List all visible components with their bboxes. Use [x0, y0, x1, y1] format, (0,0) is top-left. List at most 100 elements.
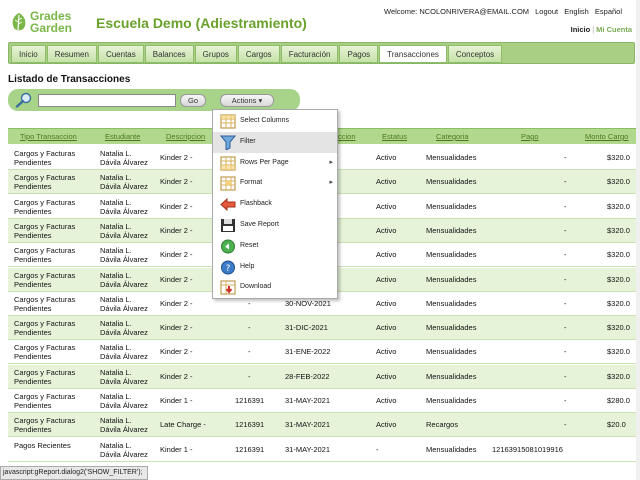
menu-item-label: Select Columns: [240, 117, 290, 124]
menu-item-download[interactable]: Download: [213, 277, 337, 298]
inicio-link[interactable]: Inicio: [571, 25, 591, 34]
menu-item-filter[interactable]: Filter: [213, 131, 337, 153]
cell-tipo-2: Pendientes: [14, 425, 52, 435]
tab-grupos[interactable]: Grupos: [194, 45, 237, 63]
cell-tipo: Cargos y Facturas: [14, 392, 76, 401]
logout-link[interactable]: Logout: [535, 7, 558, 16]
english-link[interactable]: English: [564, 7, 589, 16]
espanol-link[interactable]: Español: [595, 7, 622, 16]
table-row[interactable]: Cargos y Facturas Pendientes Natalia L. Dáv…: [8, 389, 640, 413]
cell-estudiante-2: Dávila Álvarez: [100, 328, 148, 338]
table-row[interactable]: Cargos y Facturas Pendientes Natalia L. Dáv…: [8, 340, 640, 365]
table-row[interactable]: Cargos y Facturas Pendientes Natalia L. Dáv…: [8, 413, 640, 438]
cell-tipo: Cargos y Facturas: [14, 319, 76, 329]
mi-cuenta-link[interactable]: Mi Cuenta: [596, 25, 632, 34]
cell-pago: -: [564, 323, 567, 333]
cell-tipo: Cargos y Facturas: [14, 246, 76, 256]
menu-item-label: Filter: [240, 137, 256, 145]
cell-fecha: 31-MAY-2021: [285, 396, 331, 405]
tab-conceptos[interactable]: Conceptos: [447, 45, 503, 63]
menu-item-label: Help: [240, 262, 255, 270]
cell-descripcion: Kinder 2 -: [160, 177, 193, 187]
cell-pago: -: [564, 420, 567, 430]
table-row[interactable]: Cargos y Facturas Pendientes Natalia L. Dáv…: [8, 316, 640, 341]
tab-inicio[interactable]: Inicio: [11, 45, 46, 63]
cell-monto: $320.0: [607, 153, 630, 162]
menu-item-label: Format: [240, 179, 263, 187]
cell-categoria: Mensualidades: [426, 250, 477, 260]
go-button[interactable]: Go: [180, 94, 206, 107]
menu-item-format[interactable]: Format ▸: [213, 173, 337, 194]
cell-estudiante: Natalia L.: [100, 197, 132, 207]
table-row[interactable]: Cargos y Facturas Pendientes Natalia L. Dáv…: [8, 364, 640, 389]
cell-descripcion: Kinder 2 -: [160, 153, 193, 162]
cell-descripcion: Late Charge -: [160, 420, 206, 430]
col-estatus[interactable]: Estatus: [382, 132, 407, 141]
cell-numero: -: [248, 347, 251, 357]
table-row[interactable]: Pagos Recientes Natalia L. Dávila Álvarez K…: [8, 438, 640, 462]
cell-estudiante-2: Dávila Álvarez: [100, 303, 148, 313]
cell-estudiante-2: Dávila Álvarez: [100, 158, 148, 167]
cell-categoria: Mensualidades: [426, 396, 477, 405]
back-arrow-icon: [220, 197, 236, 212]
cell-monto: $320.0: [607, 225, 630, 235]
menu-item-help[interactable]: ? Help: [213, 257, 337, 278]
cell-tipo-2: Pendientes: [14, 303, 52, 313]
cell-monto: $320.0: [607, 201, 630, 211]
col-transaccion[interactable]: ccion: [338, 132, 356, 141]
cell-descripcion: Kinder 2 -: [160, 274, 193, 284]
cell-estudiante: Natalia L.: [100, 343, 132, 353]
col-tipo-transaccion[interactable]: Tipo Transaccion: [20, 132, 77, 141]
menu-item-label: Save Report: [240, 221, 279, 228]
menu-item-rows-per-page[interactable]: Rows Per Page ▸: [213, 153, 337, 174]
col-pago[interactable]: Pago: [521, 132, 539, 141]
tab-resumen[interactable]: Resumen: [46, 45, 97, 63]
menu-item-save-report[interactable]: Save Report: [213, 215, 337, 236]
cell-estudiante-2: Dávila Álvarez: [100, 230, 148, 240]
cell-categoria: Mensualidades: [426, 225, 477, 235]
tab-facturaci-n[interactable]: Facturación: [280, 45, 339, 63]
cell-categoria: Mensualidades: [426, 323, 477, 333]
cell-pago: -: [564, 225, 567, 235]
cell-tipo: Pagos Recientes: [14, 440, 71, 450]
tab-transacciones[interactable]: Transacciones: [379, 45, 447, 63]
col-categoria[interactable]: Categoria: [436, 132, 469, 141]
tab-pagos[interactable]: Pagos: [339, 45, 379, 63]
chevron-down-icon: ▾: [258, 96, 263, 105]
cell-descripcion: Kinder 2 -: [160, 225, 193, 235]
cell-monto: $320.0: [607, 274, 630, 284]
menu-item-select-columns[interactable]: Select Columns: [213, 111, 337, 132]
tab-balances[interactable]: Balances: [144, 45, 194, 63]
col-estudiante[interactable]: Estudiante: [105, 132, 140, 141]
cell-estatus: Activo: [376, 201, 397, 211]
tab-cuentas[interactable]: Cuentas: [97, 45, 144, 63]
search-icon[interactable]: [15, 92, 33, 108]
cell-estudiante-2: Dávila Álvarez: [100, 352, 148, 362]
cell-pago: -: [564, 250, 567, 260]
search-input[interactable]: [38, 94, 176, 107]
cell-estudiante: Natalia L.: [100, 221, 132, 231]
tab-cargos[interactable]: Cargos: [237, 45, 280, 63]
menu-item-flashback[interactable]: Flashback: [213, 194, 337, 215]
cell-pago: -: [564, 201, 567, 211]
grades-garden-logo[interactable]: Grades Garden: [10, 10, 90, 36]
cell-tipo-2: Pendientes: [14, 376, 52, 386]
cell-fecha: 31-ENE-2022: [285, 347, 331, 357]
menu-item-label: Reset: [240, 241, 259, 249]
col-descripcion[interactable]: Descripcion: [166, 132, 205, 141]
cell-descripcion: Kinder 2 -: [160, 250, 193, 260]
vertical-scrollbar[interactable]: [636, 0, 640, 480]
cell-estudiante-2: Dávila Álvarez: [100, 279, 148, 289]
cell-numero: 1216391: [235, 396, 265, 405]
cell-tipo: Cargos y Facturas: [14, 270, 76, 280]
menu-item-label: Download: [240, 283, 272, 291]
floppy-disk-icon: [220, 218, 236, 233]
cell-tipo: Cargos y Facturas: [14, 149, 76, 158]
cell-estatus: Activo: [376, 396, 397, 405]
cell-estatus: Activo: [376, 371, 397, 381]
actions-button[interactable]: Actions ▾: [220, 94, 274, 107]
menu-item-reset[interactable]: Reset: [213, 236, 337, 257]
cell-monto: $320.0: [607, 177, 630, 187]
col-monto-cargo[interactable]: Monto Cargo: [585, 132, 628, 141]
cell-tipo: Cargos y Facturas: [14, 197, 76, 207]
